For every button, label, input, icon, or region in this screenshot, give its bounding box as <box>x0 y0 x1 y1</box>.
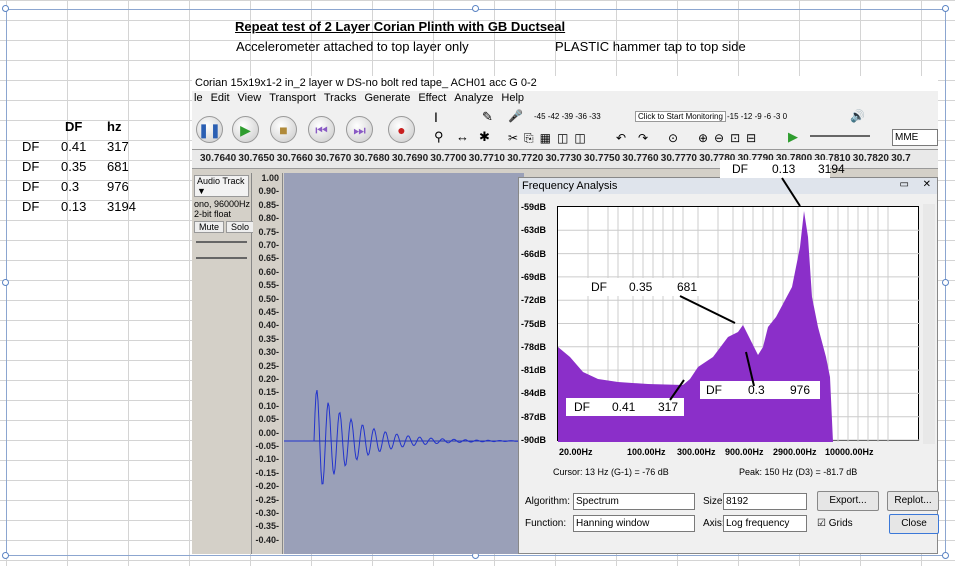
callout-leaders <box>669 177 801 401</box>
